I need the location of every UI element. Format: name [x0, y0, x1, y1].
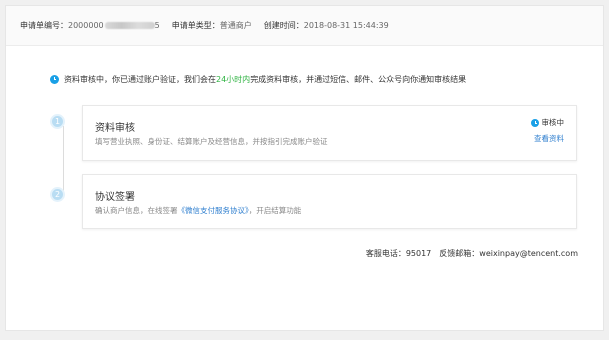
notice-highlight: 24小时内	[216, 75, 251, 84]
step-2-desc-suffix: ，开启结算功能	[248, 206, 302, 215]
step-agreement-signing: 协议签署 确认商户信息，在线签署《微信支付服务协议》，开启结算功能	[82, 174, 577, 229]
step-1-title: 资料审核	[95, 123, 135, 134]
view-materials-link[interactable]: 查看资料	[534, 133, 564, 144]
created-time-value: 2018-08-31 15:44:39	[303, 21, 389, 30]
step-1-desc: 填写营业执照、身份证、结算账户及经营信息，并按指引完成账户验证	[95, 137, 328, 146]
application-type-value: 普通商户	[219, 21, 252, 30]
application-header: 申请单编号：2000000 5 申请单类型：普通商户 创建时间：2018-08-3…	[6, 6, 603, 46]
review-notice: 资料审核中，你已通过账户验证，我们会在 24小时内 完成资料审核，并通过短信、邮件、…	[50, 74, 466, 85]
application-card: 申请单编号：2000000 5 申请单类型：普通商户 创建时间：2018-08-3…	[5, 5, 604, 331]
application-number-label: 申请单编号：	[20, 21, 68, 30]
application-type: 申请单类型：普通商户	[172, 20, 252, 31]
notice-suffix: 完成资料审核，并通过短信、邮件、公众号向你通知审核结果	[250, 75, 467, 84]
contact-info: 客服电话：95017 反馈邮箱：weixinpay@tencent.com	[366, 248, 578, 259]
review-status-text: 审核中	[541, 118, 565, 127]
step-data-review: 资料审核 填写营业执照、身份证、结算账户及经营信息，并按指引完成账户验证 审核中…	[82, 105, 577, 161]
created-time-label: 创建时间：	[263, 21, 304, 30]
service-agreement-link[interactable]: 《微信支付服务协议》	[178, 206, 249, 215]
step-2-desc: 确认商户信息，在线签署《微信支付服务协议》，开启结算功能	[95, 205, 301, 216]
created-time: 创建时间：2018-08-31 15:44:39	[264, 20, 389, 31]
step-2-number: 2	[50, 187, 65, 202]
timeline-line	[63, 126, 64, 194]
clock-icon	[530, 118, 539, 127]
notice-prefix: 资料审核中，你已通过账户验证，我们会在	[64, 75, 216, 84]
clock-icon	[50, 75, 59, 84]
step-2-title: 协议签署	[95, 192, 135, 203]
application-type-label: 申请单类型：	[171, 21, 220, 30]
feedback-email: 反馈邮箱：weixinpay@tencent.com	[439, 249, 578, 258]
service-phone: 客服电话：95017	[365, 249, 432, 258]
application-number: 申请单编号：2000000 5	[20, 20, 160, 31]
application-number-suffix: 5	[154, 21, 160, 30]
step-1-number: 1	[50, 114, 65, 129]
step-2-desc-prefix: 确认商户信息，在线签署	[95, 206, 178, 215]
review-status: 审核中	[530, 117, 565, 128]
application-number-value: 2000000	[68, 21, 104, 30]
redacted-digits	[104, 22, 155, 29]
